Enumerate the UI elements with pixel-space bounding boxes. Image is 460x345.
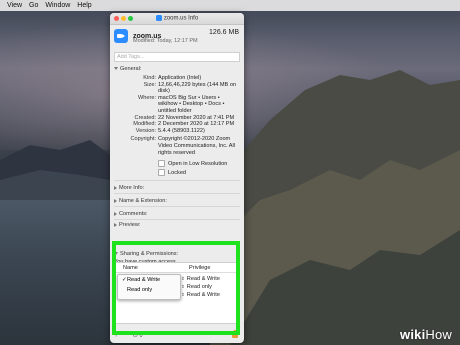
detail-value: Application (Intel) — [158, 75, 202, 81]
menu-window[interactable]: Window — [45, 2, 70, 9]
divider — [114, 180, 240, 182]
highlight-box — [112, 241, 240, 335]
zoom-app-icon — [114, 29, 128, 43]
name-extension-header[interactable]: Name & Extension: — [114, 198, 240, 204]
disclosure-closed-icon — [114, 211, 117, 216]
checkbox-box[interactable] — [158, 160, 165, 168]
more-info-label: More Info: — [119, 185, 145, 192]
locked-checkbox[interactable]: Locked — [158, 169, 240, 177]
modified-header: Modified: Today, 12:17 PM — [133, 38, 198, 44]
catalina-island — [210, 70, 460, 345]
preview-label: Preview: — [119, 222, 141, 229]
detail-value: macOS Big Sur • Users • wikihow • Deskto… — [158, 94, 225, 114]
detail-value: 5.4.4 (58903.1122) — [158, 127, 205, 134]
detail-key: Kind: — [143, 75, 156, 81]
window-titlebar[interactable]: zoom.us Info — [110, 13, 244, 25]
detail-value: 12,66,46,229 bytes (144 MB on disk) — [158, 81, 237, 95]
detail-key: Size: — [143, 81, 156, 88]
detail-key: Copyright: — [130, 136, 157, 143]
comments-label: Comments: — [119, 211, 148, 218]
disclosure-closed-icon — [114, 198, 117, 203]
general-details: Kind: Application (Intel) Size: 12,66,46,2… — [114, 75, 240, 156]
locked-label: Locked — [168, 169, 187, 176]
divider — [114, 206, 240, 208]
file-header: zoom.us 126.6 MB Modified: Today, 12:17 … — [110, 25, 244, 46]
detail-key: Created: — [134, 114, 156, 121]
general-section: General: Kind: Application (Intel) Size: 1… — [110, 66, 244, 228]
wikihow-watermark: wikiHow — [400, 327, 452, 342]
detail-key: Version: — [135, 127, 156, 134]
detail-key: Modified: — [133, 121, 156, 128]
watermark-how: How — [425, 327, 452, 342]
disclosure-closed-icon — [114, 222, 117, 227]
detail-key: Where: — [137, 94, 156, 101]
checkbox-box[interactable] — [158, 169, 165, 177]
tags-input[interactable]: Add Tags... — [114, 52, 240, 62]
app-size: 126.6 MB — [209, 29, 239, 36]
menu-bar: View Go Window Help — [0, 0, 460, 11]
detail-value: Copyright ©2012-2020 Zoom Video Communic… — [158, 136, 236, 156]
comments-header[interactable]: Comments: — [114, 211, 240, 217]
window-title: zoom.us Info — [110, 15, 244, 22]
preview-header[interactable]: Preview: — [114, 222, 240, 228]
detail-value: 22 November 2020 at 7:41 PM — [158, 114, 235, 121]
menu-view[interactable]: View — [7, 2, 22, 9]
zoom-app-icon — [155, 15, 162, 22]
detail-value: 2 December 2020 at 12:17 PM — [158, 121, 235, 128]
general-label: General: — [120, 66, 142, 72]
disclosure-open-icon — [114, 67, 118, 71]
window-title-text: zoom.us Info — [163, 15, 199, 22]
divider — [114, 193, 240, 195]
low-resolution-checkbox[interactable]: Open in Low Resolution — [158, 160, 240, 168]
low-resolution-label: Open in Low Resolution — [168, 160, 228, 167]
menu-help[interactable]: Help — [77, 2, 91, 9]
divider — [114, 219, 240, 221]
watermark-wiki: wiki — [400, 327, 426, 342]
general-header[interactable]: General: — [114, 66, 240, 72]
name-extension-label: Name & Extension: — [119, 198, 167, 205]
disclosure-closed-icon — [114, 185, 117, 190]
more-info-header[interactable]: More Info: — [114, 185, 240, 191]
menu-go[interactable]: Go — [29, 2, 38, 9]
